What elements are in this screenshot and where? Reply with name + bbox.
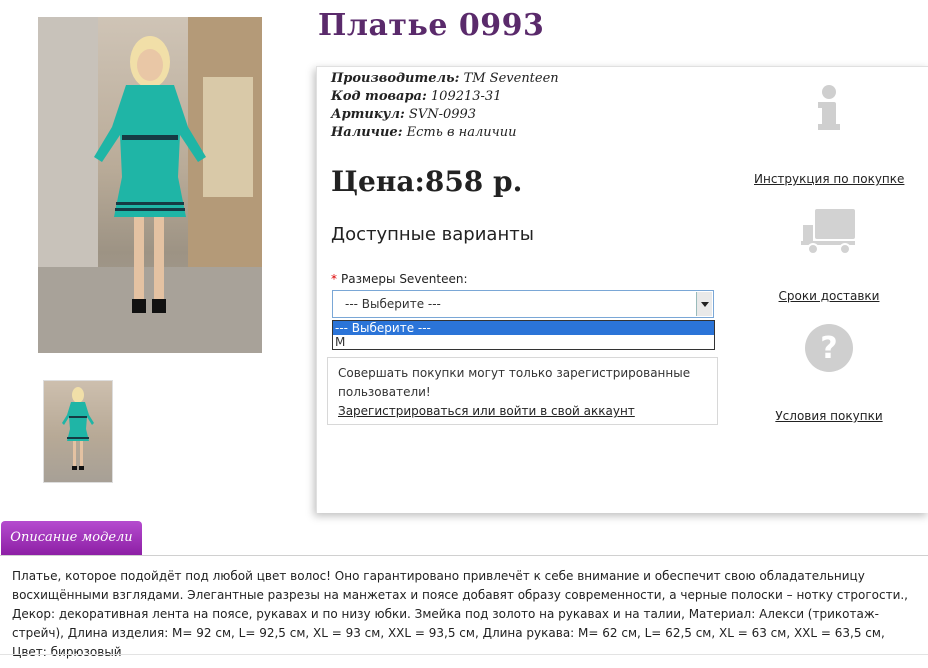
availability-label: Наличие:	[331, 125, 403, 140]
register-login-link[interactable]: Зарегистрироваться или войти в свой акка…	[338, 402, 707, 421]
size-select-value: --- Выберите ---	[345, 297, 441, 311]
info-icon	[818, 85, 840, 130]
tab-description[interactable]: Описание модели	[1, 521, 142, 555]
login-notice: Совершать покупки могут только зарегистр…	[327, 357, 718, 425]
size-label: * Размеры Seventeen:	[331, 272, 468, 286]
article-row: Артикул: SVN-0993	[331, 106, 559, 124]
chevron-down-icon[interactable]	[696, 292, 712, 316]
article-label: Артикул:	[331, 107, 405, 122]
delivery-link[interactable]: Сроки доставки	[779, 289, 880, 303]
product-price: Цена:858 р.	[331, 165, 523, 198]
terms-block: ? Условия покупки	[754, 323, 904, 424]
size-option-m[interactable]: M	[333, 335, 714, 349]
product-main-image[interactable]	[38, 17, 262, 353]
instructions-link[interactable]: Инструкция по покупке	[754, 172, 904, 186]
size-dropdown-list[interactable]: --- Выберите --- M	[332, 320, 715, 350]
svg-text:?: ?	[820, 331, 837, 366]
manufacturer-label: Производитель:	[331, 71, 460, 86]
bottom-divider	[0, 654, 928, 655]
product-code-value: 109213-31	[430, 89, 502, 104]
dress-thumbnail-photo	[62, 387, 94, 470]
size-label-text: Размеры Seventeen:	[341, 272, 468, 286]
product-code-label: Код товара:	[331, 89, 427, 104]
tab-divider	[0, 555, 928, 556]
size-select[interactable]: --- Выберите ---	[332, 290, 714, 318]
size-option-placeholder[interactable]: --- Выберите ---	[333, 321, 714, 335]
product-meta: Производитель: ТМ Seventeen Код товара: …	[331, 70, 559, 142]
product-code-row: Код товара: 109213-31	[331, 88, 559, 106]
required-mark: *	[331, 272, 337, 286]
product-info-panel: Производитель: ТМ Seventeen Код товара: …	[316, 66, 928, 513]
delivery-block: Сроки доставки	[754, 207, 904, 304]
availability-value: Есть в наличии	[406, 125, 517, 140]
dress-photo	[38, 17, 262, 353]
page-title: Платье 0993	[318, 8, 545, 43]
question-icon: ?	[805, 324, 853, 372]
login-notice-text: Совершать покупки могут только зарегистр…	[338, 366, 691, 399]
product-thumbnail[interactable]	[43, 380, 113, 483]
product-description: Платье, которое подойдёт под любой цвет …	[12, 569, 908, 659]
availability-row: Наличие: Есть в наличии	[331, 124, 559, 142]
article-value: SVN-0993	[408, 107, 477, 122]
manufacturer-value: ТМ Seventeen	[463, 71, 559, 86]
terms-link[interactable]: Условия покупки	[775, 409, 882, 423]
truck-icon	[801, 209, 855, 255]
manufacturer-row: Производитель: ТМ Seventeen	[331, 70, 559, 88]
instructions-block: Инструкция по покупке	[754, 85, 904, 187]
variants-heading: Доступные варианты	[331, 224, 534, 245]
